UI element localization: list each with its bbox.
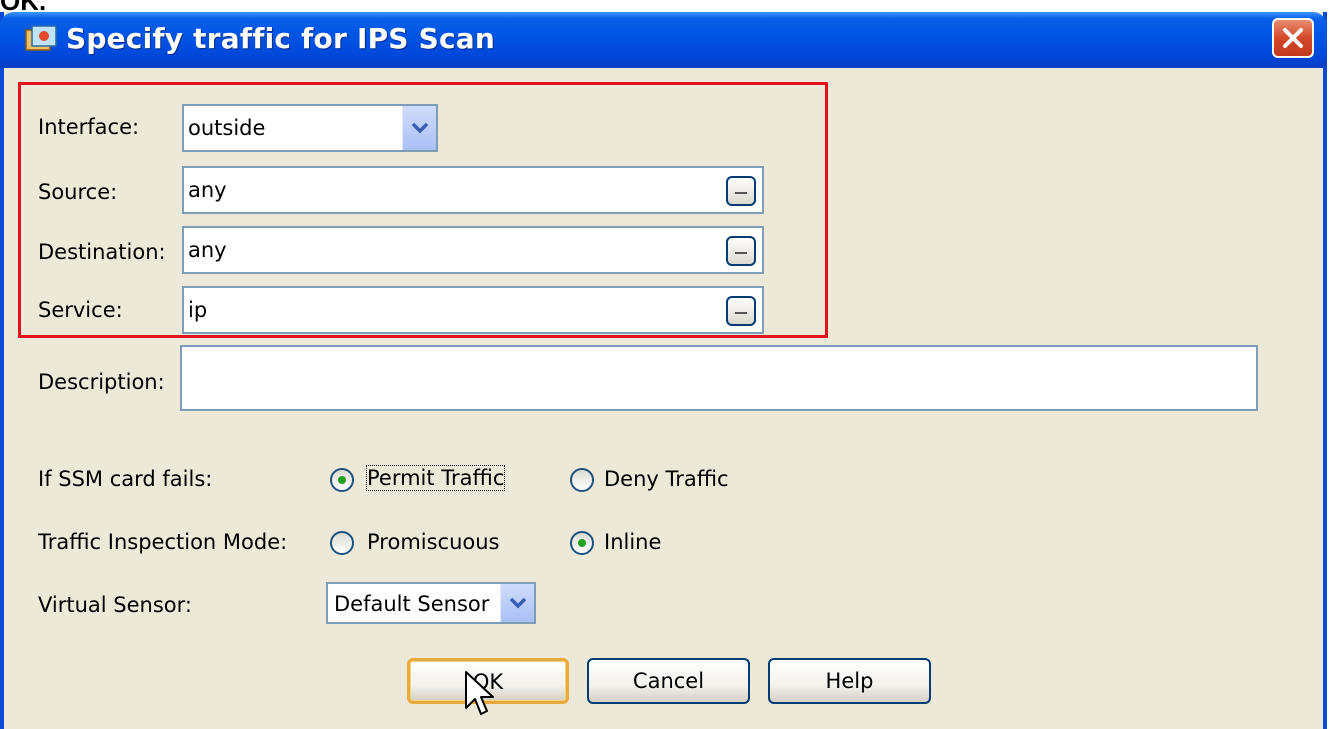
virtual-sensor-value: Default Sensor	[334, 592, 490, 616]
deny-traffic-radio[interactable]	[570, 468, 594, 492]
mouse-cursor-icon	[465, 671, 494, 715]
help-button[interactable]: Help	[768, 658, 931, 704]
destination-browse-button[interactable]	[726, 236, 756, 266]
cancel-button[interactable]: Cancel	[587, 658, 750, 704]
service-input[interactable]: ip	[182, 286, 764, 334]
promiscuous-radio[interactable]	[330, 531, 354, 555]
help-button-label: Help	[825, 669, 874, 693]
source-label: Source:	[38, 180, 118, 204]
source-value: any	[188, 178, 227, 202]
cancel-button-label: Cancel	[632, 669, 705, 693]
description-label: Description:	[38, 370, 165, 394]
service-value: ip	[188, 298, 208, 322]
service-browse-button[interactable]	[726, 296, 756, 326]
interface-select[interactable]: outside	[182, 104, 438, 152]
close-button[interactable]	[1272, 18, 1314, 58]
browse-icon	[735, 192, 747, 194]
inline-radio[interactable]	[570, 531, 594, 555]
inline-label[interactable]: Inline	[604, 530, 661, 554]
virtual-sensor-dropdown-button[interactable]	[500, 584, 534, 622]
virtual-sensor-select[interactable]: Default Sensor	[326, 582, 536, 624]
interface-value: outside	[188, 116, 266, 140]
service-label: Service:	[38, 298, 123, 322]
ssm-fail-label: If SSM card fails:	[38, 467, 213, 491]
browse-icon	[735, 312, 747, 314]
permit-traffic-label[interactable]: Permit Traffic	[365, 465, 506, 491]
deny-traffic-label[interactable]: Deny Traffic	[604, 467, 729, 491]
source-input[interactable]: any	[182, 166, 764, 214]
title-bar[interactable]: Specify traffic for IPS Scan	[0, 12, 1327, 68]
interface-label: Interface:	[38, 115, 140, 139]
browse-icon	[735, 252, 747, 254]
destination-label: Destination:	[38, 240, 166, 264]
description-input[interactable]	[180, 345, 1258, 411]
source-browse-button[interactable]	[726, 176, 756, 206]
destination-value: any	[188, 238, 227, 262]
destination-input[interactable]: any	[182, 226, 764, 274]
permit-traffic-radio[interactable]	[330, 468, 354, 492]
app-icon	[25, 25, 57, 51]
dialog-title: Specify traffic for IPS Scan	[66, 22, 495, 55]
virtual-sensor-label: Virtual Sensor:	[38, 593, 192, 617]
chevron-down-icon	[509, 597, 527, 609]
close-icon	[1283, 28, 1303, 48]
interface-dropdown-button[interactable]	[402, 106, 436, 150]
promiscuous-label[interactable]: Promiscuous	[367, 530, 500, 554]
chevron-down-icon	[411, 122, 429, 134]
inspection-mode-label: Traffic Inspection Mode:	[38, 530, 288, 554]
